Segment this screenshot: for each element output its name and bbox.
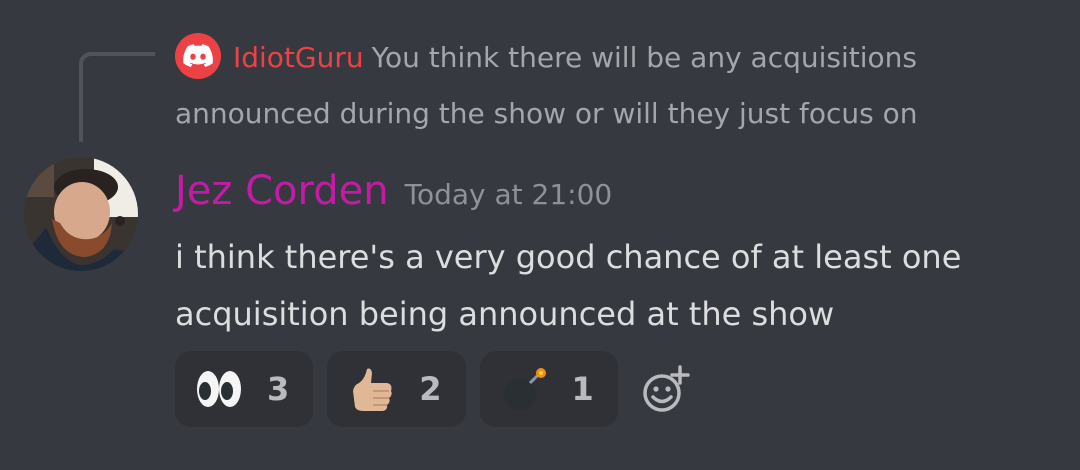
- add-reaction-icon[interactable]: [636, 359, 696, 419]
- message-author[interactable]: Jez Corden: [175, 168, 389, 214]
- reaction-count: 3: [267, 370, 290, 408]
- reaction-eyes[interactable]: 3: [175, 351, 314, 427]
- reaction-thumbs-up[interactable]: 2: [327, 351, 466, 427]
- reply-preview[interactable]: IdiotGuru You think there will be any acq…: [175, 30, 1035, 142]
- eyes-emoji-icon: [195, 365, 243, 413]
- reaction-count: 1: [571, 370, 594, 408]
- reply-spine: [79, 52, 155, 142]
- chat-message[interactable]: IdiotGuru You think there will be any acq…: [0, 0, 1080, 470]
- reaction-count: 2: [419, 370, 442, 408]
- bomb-emoji-icon: [500, 365, 548, 413]
- reaction-bomb[interactable]: 1: [479, 351, 618, 427]
- reply-author[interactable]: IdiotGuru: [233, 41, 364, 74]
- thumbs-up-emoji-icon: [347, 365, 395, 413]
- reactions-bar: 3 2 1: [175, 351, 696, 427]
- message-content: i think there's a very good chance of at…: [175, 238, 962, 333]
- message-timestamp[interactable]: Today at 21:00: [405, 178, 613, 211]
- avatar[interactable]: [24, 157, 138, 271]
- message-header: Jez Corden Today at 21:00: [175, 163, 612, 219]
- discord-logo-icon: [175, 33, 221, 79]
